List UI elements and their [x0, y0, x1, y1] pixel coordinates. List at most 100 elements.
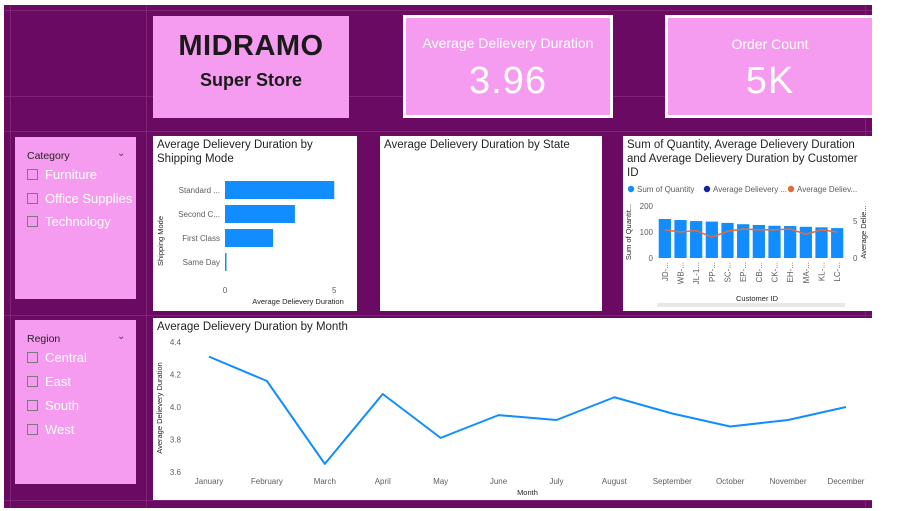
bar: [658, 219, 671, 258]
chart-title: Average Delievery Duration by State: [384, 139, 570, 151]
month-chart-card[interactable]: Average Delievery Duration by Month Aver…: [153, 318, 872, 500]
report-canvas: MIDRAMO Super Store Average Delievery Du…: [0, 0, 904, 511]
grid-line: [10, 5, 11, 508]
grid-line: [4, 315, 872, 316]
x-tick-label: November: [770, 477, 807, 486]
shipping-mode-chart-card[interactable]: Average Delievery Duration by Shipping M…: [153, 136, 357, 311]
region-slicer: Region ⌄ Central East South West: [15, 320, 136, 484]
kpi-label: Average Delievery Duration: [422, 35, 594, 51]
checkbox[interactable]: [27, 169, 38, 180]
slicer-item-label: East: [45, 374, 72, 389]
slicer-item-technology[interactable]: Technology: [27, 214, 111, 229]
slicer-item-west[interactable]: West: [27, 422, 74, 437]
slicer-item-central[interactable]: Central: [27, 350, 87, 365]
brand-card: MIDRAMO Super Store: [153, 16, 349, 118]
kpi-label: Order Count: [731, 36, 809, 52]
y-tick-label: 4.4: [170, 338, 182, 347]
kpi-value: 3.96: [469, 60, 547, 102]
x-tick-label: PP-...: [708, 262, 717, 282]
customer-chart: Sum of Quantity Average Delievery ... Aver…: [624, 185, 868, 307]
series-line: [208, 355, 847, 465]
y-axis-title: Average Delievery Duration: [155, 362, 164, 454]
x-tick-label: December: [828, 477, 865, 486]
y-axis-title: Sum of Quantit...: [624, 204, 633, 260]
brand-title: MIDRAMO: [178, 30, 324, 62]
checkbox[interactable]: [27, 376, 38, 387]
bar: [225, 205, 295, 223]
x-tick-label: MA-...: [802, 262, 811, 283]
x-tick-label: SC-...: [724, 262, 733, 282]
bar: [768, 225, 781, 258]
x-tick-label: April: [375, 477, 391, 486]
chevron-down-icon[interactable]: ⌄: [117, 331, 125, 342]
kpi-card-order-count[interactable]: Order Count 5K: [665, 15, 875, 118]
y-tick-label: 100: [640, 228, 654, 237]
slicer-item-office-supplies[interactable]: Office Supplies: [27, 191, 132, 206]
checkbox[interactable]: [27, 216, 38, 227]
y-tick-label: 3.8: [170, 436, 182, 445]
bar: [225, 253, 227, 271]
x-tick-label: JD-...: [661, 262, 670, 281]
x-tick-label: March: [314, 477, 336, 486]
slicer-item-south[interactable]: South: [27, 398, 79, 413]
x-tick-label: EH-...: [786, 262, 795, 282]
x-tick-label: October: [716, 477, 745, 486]
kpi-value: 5K: [745, 60, 795, 102]
month-line-chart: Average Delievery Duration 3.6 3.8 4.0 4.2 4.…: [155, 338, 865, 497]
chevron-down-icon[interactable]: ⌄: [117, 148, 125, 159]
y-tick-label: 3.6: [170, 468, 182, 477]
slicer-title: Category: [27, 150, 70, 162]
legend-label: Sum of Quantity: [637, 185, 694, 194]
bar: [690, 221, 703, 258]
bar: [815, 227, 828, 258]
slicer-item-label: Technology: [45, 214, 111, 229]
x-tick-label: August: [602, 477, 628, 486]
brand-subtitle: Super Store: [199, 70, 303, 90]
x-tick-label: KL-...: [818, 262, 827, 281]
category-label: Same Day: [183, 258, 220, 267]
customer-chart-card[interactable]: Sum of Quantity, Average Delievery Durat…: [623, 136, 872, 311]
checkbox[interactable]: [27, 352, 38, 363]
x-tick-label: CK-...: [771, 262, 780, 282]
category-label: Second C...: [178, 210, 220, 219]
shipping-mode-chart: Shipping Mode Standard ... Second C... Firs…: [156, 181, 344, 306]
grid-line: [146, 5, 147, 508]
checkbox[interactable]: [27, 193, 38, 204]
slicer-item-label: West: [45, 422, 75, 437]
slicer-item-label: Central: [45, 350, 87, 365]
grid-line: [4, 10, 872, 11]
y-tick-label: 4.2: [170, 371, 182, 380]
x-tick-label: June: [490, 477, 508, 486]
category-label: Standard ...: [179, 186, 220, 195]
legend-marker: [627, 185, 635, 193]
slicer-title: Region: [27, 333, 61, 345]
y-tick-label: 0: [649, 254, 654, 263]
x-axis-title: Customer ID: [736, 294, 779, 303]
legend-label: Average Deliev...: [797, 185, 857, 194]
x-tick-label: May: [433, 477, 448, 486]
slicer-item-east[interactable]: East: [27, 374, 71, 389]
y2-axis-title: Average Delie...: [859, 205, 868, 258]
bar: [721, 222, 734, 258]
category-slicer: Category ⌄ Furniture Office Supplies Tec…: [15, 137, 136, 299]
checkbox[interactable]: [27, 424, 38, 435]
y-axis-title: Shipping Mode: [156, 216, 165, 266]
x-tick-label: July: [549, 477, 563, 486]
state-chart-card[interactable]: Average Delievery Duration by State: [380, 136, 602, 311]
bar: [225, 229, 274, 247]
bar: [799, 226, 812, 258]
x-tick-label: EP-...: [739, 262, 748, 282]
checkbox[interactable]: [27, 400, 38, 411]
y-tick-label: 4.0: [170, 403, 182, 412]
y-tick-label: 200: [640, 202, 654, 211]
slicer-item-label: Furniture: [45, 167, 98, 182]
x-tick-label: February: [251, 477, 283, 486]
x-axis-title: Average Delievery Duration: [252, 297, 344, 306]
slicer-item-label: South: [45, 398, 79, 413]
x-tick-label: CB-...: [755, 262, 764, 282]
grid-line: [4, 500, 872, 501]
x-tick-label: September: [653, 477, 692, 486]
slicer-item-furniture[interactable]: Furniture: [27, 167, 97, 182]
kpi-card-avg-duration[interactable]: Average Delievery Duration 3.96: [403, 15, 613, 118]
bar: [831, 228, 844, 258]
